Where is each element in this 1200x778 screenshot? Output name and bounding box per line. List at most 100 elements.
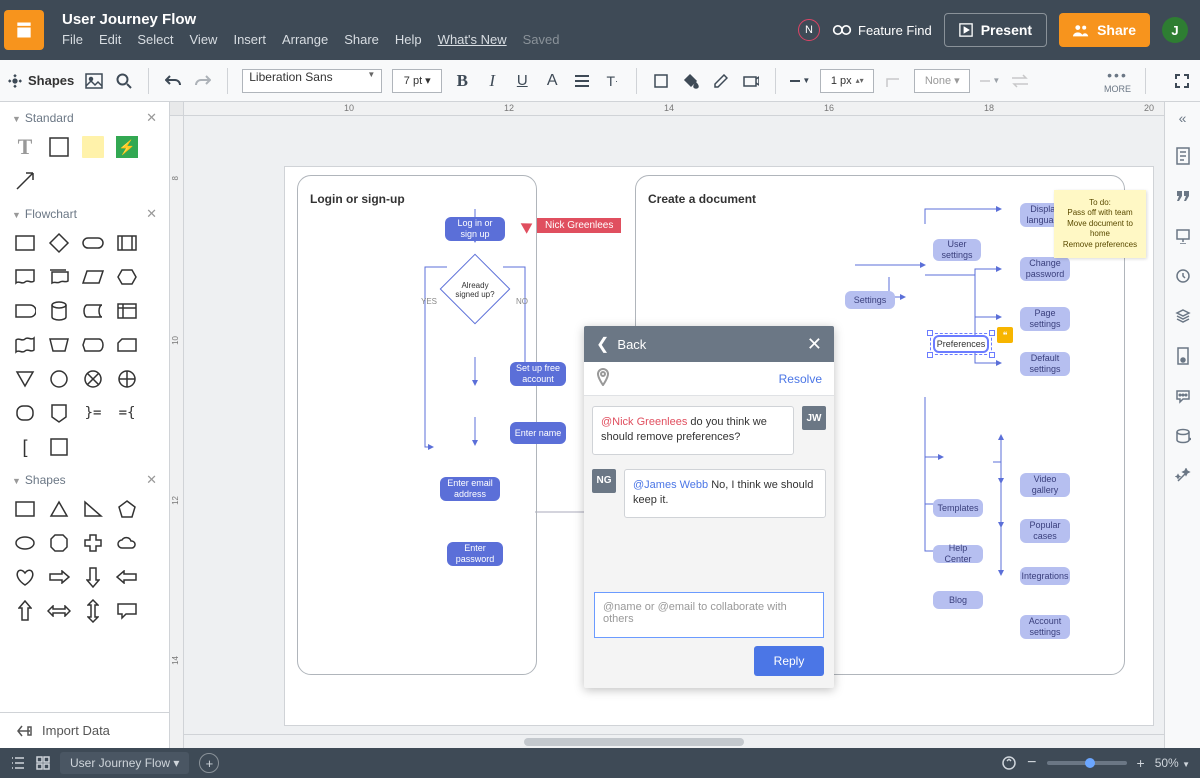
panel-flowchart-header[interactable]: ▼Flowchart ✕ — [0, 198, 169, 226]
quote-icon[interactable] — [1173, 186, 1193, 206]
lightning-shape[interactable]: ⚡ — [114, 134, 140, 160]
align-icon[interactable] — [572, 71, 592, 91]
sticky-note[interactable]: To do: Pass off with team Move document … — [1054, 190, 1146, 258]
panel-shapes-header[interactable]: ▼Shapes ✕ — [0, 464, 169, 492]
fc-internal[interactable] — [114, 298, 140, 324]
share-button[interactable]: Share — [1059, 13, 1150, 47]
menu-edit[interactable]: Edit — [99, 32, 121, 47]
close-icon[interactable]: ✕ — [146, 206, 157, 222]
reply-button[interactable]: Reply — [754, 646, 824, 676]
italic-icon[interactable]: I — [482, 71, 502, 91]
document-title[interactable]: User Journey Flow — [62, 3, 196, 28]
pin-icon[interactable] — [596, 368, 610, 389]
underline-icon[interactable]: U — [512, 71, 532, 91]
node-help-center[interactable]: Help Center — [933, 545, 983, 563]
data-icon[interactable] — [1173, 426, 1193, 446]
sync-icon[interactable] — [1001, 755, 1017, 771]
sh-callout[interactable] — [114, 598, 140, 624]
sh-heart[interactable] — [12, 564, 38, 590]
fc-delay[interactable] — [12, 298, 38, 324]
fc-predefined[interactable] — [114, 230, 140, 256]
page-selector[interactable]: User Journey Flow ▾ — [60, 752, 189, 774]
arrow-start-select[interactable]: None ▾ — [914, 69, 970, 93]
zoom-out-button[interactable]: − — [1027, 754, 1036, 772]
fc-hexagon[interactable] — [114, 264, 140, 290]
fc-display[interactable] — [80, 332, 106, 358]
sh-cross[interactable] — [80, 530, 106, 556]
node-default-settings[interactable]: Default settings — [1020, 352, 1070, 376]
node-page-settings[interactable]: Page settings — [1020, 307, 1070, 331]
text-color-icon[interactable]: A — [542, 71, 562, 91]
fc-swatch[interactable] — [46, 434, 72, 460]
notes-icon[interactable] — [1173, 146, 1193, 166]
node-enter-name[interactable]: Enter name — [510, 422, 566, 444]
document-icon[interactable] — [4, 10, 44, 50]
close-icon[interactable]: ✕ — [146, 110, 157, 126]
sh-octagon[interactable] — [46, 530, 72, 556]
panel-standard-header[interactable]: ▼Standard ✕ — [0, 102, 169, 130]
fc-diamond[interactable] — [46, 230, 72, 256]
user-avatar[interactable]: J — [1162, 17, 1188, 43]
fc-rect[interactable] — [12, 230, 38, 256]
node-video[interactable]: Video gallery — [1020, 473, 1070, 497]
fc-collate[interactable] — [12, 400, 38, 426]
horizontal-scrollbar[interactable] — [184, 734, 1164, 748]
fc-multidoc[interactable] — [46, 264, 72, 290]
menu-insert[interactable]: Insert — [233, 32, 266, 47]
node-user-settings[interactable]: User settings — [933, 239, 981, 261]
menu-arrange[interactable]: Arrange — [282, 32, 328, 47]
zoom-slider[interactable] — [1047, 761, 1127, 765]
shape-style-icon[interactable] — [651, 71, 671, 91]
flow-container-login[interactable]: Login or sign-up — [297, 175, 537, 675]
sh-arrow-l[interactable] — [114, 564, 140, 590]
fc-terminator[interactable] — [80, 230, 106, 256]
fc-document[interactable] — [12, 264, 38, 290]
menu-whats-new[interactable]: What's New — [438, 32, 507, 47]
menu-view[interactable]: View — [190, 32, 218, 47]
node-integrations[interactable]: Integrations — [1020, 567, 1070, 585]
resolve-button[interactable]: Resolve — [779, 372, 822, 386]
node-templates[interactable]: Templates — [933, 499, 983, 517]
fc-merge[interactable] — [12, 366, 38, 392]
feature-find-button[interactable]: Feature Find — [832, 23, 932, 38]
close-icon[interactable]: ✕ — [146, 472, 157, 488]
sh-arrow-u[interactable] — [12, 598, 38, 624]
comment-pin-icon[interactable] — [997, 327, 1013, 343]
node-popular[interactable]: Popular cases — [1020, 519, 1070, 543]
comment-input[interactable]: @name or @email to collaborate with othe… — [594, 592, 824, 638]
fc-note2[interactable]: ={ — [114, 400, 140, 426]
fc-card[interactable] — [114, 332, 140, 358]
zoom-percent[interactable]: 50% ▼ — [1155, 756, 1190, 770]
zoom-in-button[interactable]: + — [1137, 755, 1145, 771]
rect-shape[interactable] — [46, 134, 72, 160]
menu-select[interactable]: Select — [137, 32, 173, 47]
arrow-shape[interactable] — [12, 168, 38, 194]
back-label[interactable]: Back — [617, 337, 646, 352]
node-account[interactable]: Account settings — [1020, 615, 1070, 639]
menu-file[interactable]: File — [62, 32, 83, 47]
sh-pentagon[interactable] — [114, 496, 140, 522]
node-enter-email[interactable]: Enter email address — [440, 477, 500, 501]
import-data-button[interactable]: Import Data — [0, 712, 169, 748]
line-connector-icon[interactable] — [884, 71, 904, 91]
magic-icon[interactable] — [1173, 466, 1193, 486]
close-icon[interactable]: ✕ — [807, 334, 822, 355]
grid-icon[interactable] — [36, 756, 50, 770]
fc-storage[interactable] — [80, 298, 106, 324]
text-spacing-icon[interactable]: T· — [602, 71, 622, 91]
layers-icon[interactable] — [1173, 306, 1193, 326]
swap-ends-icon[interactable] — [1010, 71, 1030, 91]
search-icon[interactable] — [114, 71, 134, 91]
sh-triangle[interactable] — [46, 496, 72, 522]
list-icon[interactable] — [10, 756, 26, 770]
present-button[interactable]: Present — [944, 13, 1047, 47]
fc-sumjunction[interactable] — [80, 366, 106, 392]
node-preferences[interactable]: Preferences — [933, 335, 989, 353]
sh-arrow-lr[interactable] — [46, 598, 72, 624]
node-blog[interactable]: Blog — [933, 591, 983, 609]
more-button[interactable]: ••• MORE — [1104, 67, 1131, 95]
stroke-width-input[interactable]: 1 px▴▾ — [820, 69, 874, 93]
image-icon[interactable] — [84, 71, 104, 91]
history-icon[interactable] — [1173, 266, 1193, 286]
sticky-shape[interactable] — [80, 134, 106, 160]
